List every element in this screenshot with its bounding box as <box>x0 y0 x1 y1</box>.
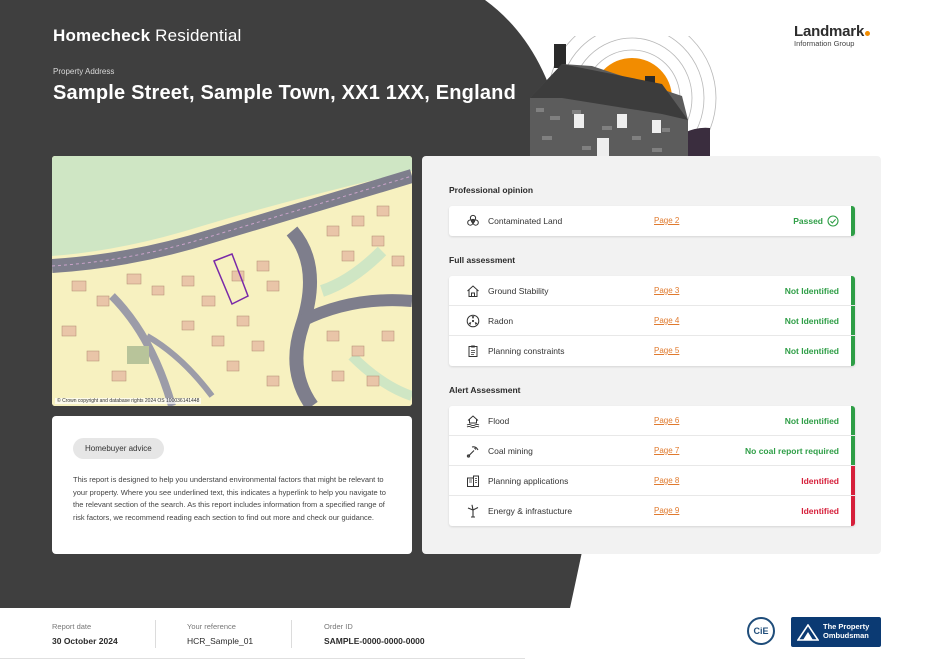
flood-icon <box>466 415 480 428</box>
status-bar <box>851 436 855 465</box>
report-date-value: 30 October 2024 <box>52 636 118 646</box>
page-link[interactable]: Page 2 <box>654 206 679 236</box>
row-label: Planning constraints <box>488 346 565 356</box>
bottom-rule <box>0 658 525 659</box>
row-label: Planning applications <box>488 476 569 486</box>
buildings-icon <box>467 475 479 487</box>
row-energy-infrastructure: Energy & infrastucture Page 9 Identified <box>449 496 855 526</box>
landmark-logo: Landmark Information Group <box>794 23 894 48</box>
reference-value: HCR_Sample_01 <box>187 636 254 646</box>
your-reference: Your reference HCR_Sample_01 <box>187 622 253 646</box>
report-date-label: Report date <box>52 622 92 631</box>
status-text: Not Identified <box>784 416 839 426</box>
status-text: Identified <box>801 506 839 516</box>
section-title-full-assessment: Full assessment <box>449 255 516 265</box>
page-link[interactable]: Page 8 <box>654 466 679 496</box>
status-text: Passed <box>793 216 823 226</box>
row-radon: Radon Page 4 Not Identified <box>449 306 855 336</box>
logo-subtitle: Information Group <box>794 39 855 48</box>
page-link[interactable]: Page 7 <box>654 436 679 466</box>
pickaxe-icon <box>466 446 479 458</box>
report-date: Report date 30 October 2024 <box>52 622 118 646</box>
status-text: Not Identified <box>784 286 839 296</box>
status-bar <box>851 276 855 305</box>
page-link[interactable]: Page 5 <box>654 336 679 366</box>
row-contaminated-land: Contaminated Land Page 2 Passed <box>449 206 855 236</box>
map-copyright: © Crown copyright and database rights 20… <box>55 398 202 404</box>
row-planning-constraints: Planning constraints Page 5 Not Identifi… <box>449 336 855 366</box>
order-id: Order ID SAMPLE-0000-0000-0000 <box>324 622 425 646</box>
status-badge: Passed <box>793 206 839 236</box>
status-bar <box>851 496 855 526</box>
footer-divider <box>291 620 292 648</box>
status-text: Not Identified <box>784 346 839 356</box>
professional-opinion-group: Contaminated Land Page 2 Passed <box>449 206 855 236</box>
advice-text: This report is designed to help you unde… <box>73 475 386 522</box>
cie-logo: CiE <box>747 617 775 645</box>
radon-icon <box>466 314 480 328</box>
reference-label: Your reference <box>187 622 236 631</box>
assessment-panel: Professional opinion Contaminated Land P… <box>422 156 881 554</box>
status-text: Not Identified <box>784 316 839 326</box>
house-illustration <box>530 36 717 161</box>
row-label: Energy & infrastucture <box>488 506 573 516</box>
logo-dot <box>865 31 871 36</box>
row-ground-stability: Ground Stability Page 3 Not Identified <box>449 276 855 306</box>
status-bar <box>851 466 855 495</box>
homebuyer-advice-card: Homebuyer advice This report is designed… <box>52 416 412 554</box>
page-link[interactable]: Page 3 <box>654 276 679 306</box>
alert-assessment-group: Flood Page 6 Not Identified Coal mining … <box>449 406 855 526</box>
status-bar <box>851 336 855 366</box>
row-label: Ground Stability <box>488 286 549 296</box>
clipboard-icon <box>468 345 478 357</box>
section-title-professional-opinion: Professional opinion <box>449 185 534 195</box>
page-link[interactable]: Page 6 <box>654 406 679 436</box>
product-title-main: Homecheck <box>53 26 151 45</box>
full-assessment-group: Ground Stability Page 3 Not Identified R… <box>449 276 855 366</box>
biohazard-icon <box>467 214 479 226</box>
footer-divider <box>155 620 156 648</box>
ombudsman-text: The Property Ombudsman <box>823 622 870 640</box>
order-id-label: Order ID <box>324 622 353 631</box>
row-label: Flood <box>488 416 510 426</box>
check-circle-icon <box>827 215 839 227</box>
row-flood: Flood Page 6 Not Identified <box>449 406 855 436</box>
status-text: No coal report required <box>745 446 839 456</box>
map-drawing <box>52 156 412 406</box>
logo-name: Landmark <box>794 23 865 40</box>
order-id-value: SAMPLE-0000-0000-0000 <box>324 636 425 646</box>
wind-turbine-icon <box>467 504 479 518</box>
page-link[interactable]: Page 9 <box>654 496 679 526</box>
status-bar <box>851 306 855 335</box>
status-bar <box>851 206 855 236</box>
property-ombudsman-logo: The Property Ombudsman <box>791 617 881 647</box>
row-label: Radon <box>488 316 514 326</box>
page-link[interactable]: Page 4 <box>654 306 679 336</box>
status-text: Identified <box>801 476 839 486</box>
ombudsman-mark-icon <box>797 624 819 641</box>
house-icon <box>467 285 479 297</box>
product-title: Homecheck Residential <box>53 26 241 46</box>
row-coal-mining: Coal mining Page 7 No coal report requir… <box>449 436 855 466</box>
site-map: © Crown copyright and database rights 20… <box>52 156 412 406</box>
homebuyer-advice-pill: Homebuyer advice <box>73 438 164 459</box>
property-address-label: Property Address <box>53 67 115 76</box>
row-label: Coal mining <box>488 446 533 456</box>
status-bar <box>851 406 855 435</box>
section-title-alert-assessment: Alert Assessment <box>449 385 521 395</box>
product-title-sub: Residential <box>155 26 242 45</box>
row-planning-applications: Planning applications Page 8 Identified <box>449 466 855 496</box>
row-label: Contaminated Land <box>488 216 563 226</box>
property-address: Sample Street, Sample Town, XX1 1XX, Eng… <box>53 82 516 104</box>
